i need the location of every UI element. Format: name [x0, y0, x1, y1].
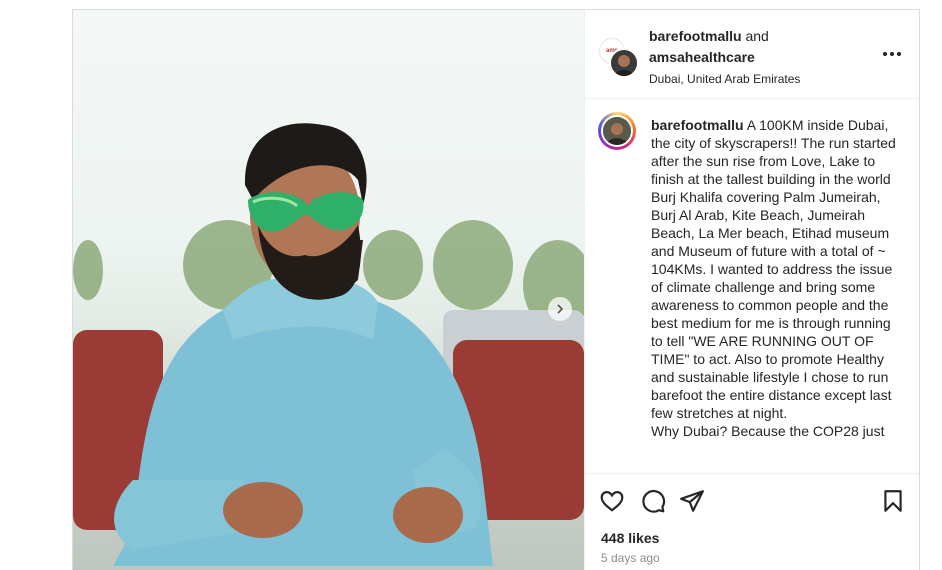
collab-username[interactable]: amsahealthcare: [649, 49, 755, 65]
action-bar: 448 likes 5 days ago: [585, 473, 919, 570]
header-text: barefootmallu and amsahealthcare Dubai, …: [649, 28, 869, 86]
caption-avatar[interactable]: [598, 112, 636, 150]
runner-figure: [113, 123, 493, 566]
next-photo-button[interactable]: [548, 297, 572, 321]
comment-icon: [642, 490, 666, 513]
chevron-right-icon: [557, 304, 564, 314]
comment-button[interactable]: [640, 488, 666, 514]
caption-body-continued: Why Dubai? Because the COP28 just: [651, 423, 885, 439]
caption-area: barefootmallu A 100KM inside Dubai, the …: [585, 99, 919, 473]
post-timestamp[interactable]: 5 days ago: [601, 551, 660, 565]
save-button[interactable]: [880, 488, 906, 514]
caption-body: A 100KM inside Dubai, the city of skyscr…: [651, 117, 896, 421]
post-photo[interactable]: [73, 10, 584, 570]
post-location[interactable]: Dubai, United Arab Emirates: [649, 72, 869, 86]
share-button[interactable]: [679, 488, 705, 514]
post-sidebar: ams barefootmallu and amsahealthcare Dub…: [584, 10, 919, 570]
author-username[interactable]: barefootmallu: [649, 28, 742, 44]
heart-icon: [600, 491, 624, 512]
caption-username[interactable]: barefootmallu: [651, 117, 744, 133]
collab-joiner: and: [741, 28, 769, 44]
more-icon: [883, 52, 901, 56]
post-card: ams barefootmallu and amsahealthcare Dub…: [72, 9, 920, 570]
caption-text: barefootmallu A 100KM inside Dubai, the …: [651, 116, 897, 440]
post-header: ams barefootmallu and amsahealthcare Dub…: [585, 10, 919, 99]
like-button[interactable]: [599, 488, 625, 514]
more-options-button[interactable]: [880, 44, 904, 64]
bookmark-icon: [884, 490, 902, 512]
avatar-barefootmallu: [609, 48, 639, 78]
like-count[interactable]: 448 likes: [601, 530, 659, 546]
share-icon: [680, 490, 704, 512]
collab-avatars[interactable]: ams: [599, 38, 639, 78]
